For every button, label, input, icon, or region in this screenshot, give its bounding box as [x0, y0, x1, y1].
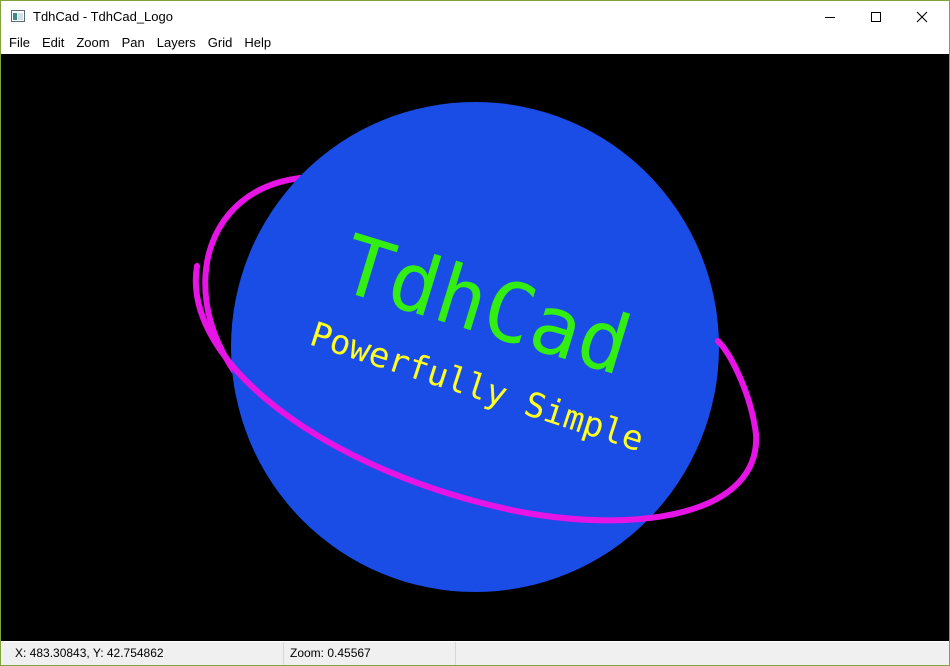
close-button[interactable] [899, 1, 945, 32]
menu-zoom[interactable]: Zoom [70, 32, 115, 54]
minimize-icon [825, 16, 835, 18]
maximize-button[interactable] [853, 1, 899, 32]
app-window: TdhCad - TdhCad_Logo File Edit Zoom Pan … [0, 0, 950, 666]
status-bar: X: 483.30843, Y: 42.754862 Zoom: 0.45567 [1, 642, 949, 665]
window-title: TdhCad - TdhCad_Logo [33, 9, 173, 24]
menu-edit[interactable]: Edit [36, 32, 70, 54]
menu-grid[interactable]: Grid [202, 32, 239, 54]
status-zoom: Zoom: 0.45567 [284, 642, 456, 665]
status-empty [456, 642, 949, 665]
title-bar[interactable]: TdhCad - TdhCad_Logo [1, 1, 949, 32]
logo-drawing: TdhCad Powerfully Simple [1, 54, 949, 641]
menu-bar: File Edit Zoom Pan Layers Grid Help [1, 32, 949, 54]
maximize-icon [871, 11, 881, 22]
menu-help[interactable]: Help [238, 32, 277, 54]
menu-file[interactable]: File [1, 32, 36, 54]
minimize-button[interactable] [807, 1, 853, 32]
menu-pan[interactable]: Pan [116, 32, 151, 54]
status-coordinates: X: 483.30843, Y: 42.754862 [1, 642, 284, 665]
drawing-canvas[interactable]: TdhCad Powerfully Simple [1, 54, 949, 641]
app-icon[interactable] [11, 10, 25, 22]
close-icon [916, 11, 928, 22]
menu-layers[interactable]: Layers [151, 32, 202, 54]
